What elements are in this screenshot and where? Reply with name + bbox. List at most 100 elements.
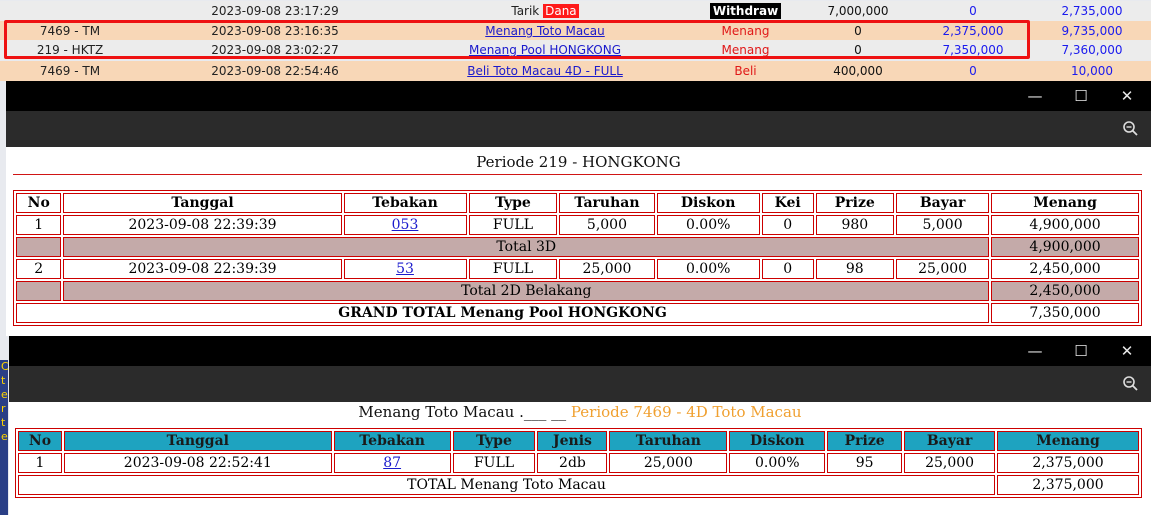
table-row: 2023-09-08 23:17:29 Tarik Dana Withdraw … <box>0 1 1151 21</box>
amount-cell: 7,000,000 <box>827 4 889 18</box>
col-header: No <box>18 431 62 451</box>
totomacau-popup-window: — ☐ ✕ Menang Toto Macau .___ __ Periode … <box>9 336 1151 515</box>
win-cell: 4,900,000 <box>991 215 1139 235</box>
amount-cell: 0 <box>969 4 977 18</box>
col-header: Bayar <box>904 431 996 451</box>
subtotal-row: Total 2D Belakang 2,450,000 <box>16 281 1139 301</box>
win-cell: 2,450,000 <box>991 259 1139 279</box>
strip-char: r <box>1 402 6 415</box>
win-cell: 2,375,000 <box>997 453 1139 473</box>
col-header: Jenis <box>537 431 608 451</box>
guess-link[interactable]: 53 <box>396 261 414 277</box>
status-cell: Beli <box>734 64 757 78</box>
col-header: Taruhan <box>559 193 655 213</box>
total-label: TOTAL Menang Toto Macau <box>18 475 996 495</box>
col-header: Type <box>468 193 558 213</box>
dana-tag: Dana <box>543 4 579 18</box>
strip-char: C <box>1 360 9 373</box>
col-header: No <box>16 193 62 213</box>
date-cell: 2023-09-08 22:39:39 <box>63 259 342 279</box>
guess-link[interactable]: 87 <box>383 455 401 471</box>
total-3d-value: 4,900,000 <box>991 237 1139 257</box>
col-header: Tanggal <box>63 431 332 451</box>
subtotal-row: Total 3D 4,900,000 <box>16 237 1139 257</box>
balance-cell: 9,735,000 <box>1061 24 1123 38</box>
type-cell: FULL <box>468 215 558 235</box>
guess-link[interactable]: 053 <box>392 217 419 233</box>
desc-cell: Tarik Dana <box>410 1 680 21</box>
no-cell: 1 <box>18 453 62 473</box>
date-cell: 2023-09-08 22:39:39 <box>63 215 342 235</box>
col-header: Menang <box>991 193 1139 213</box>
jenis-cell: 2db <box>537 453 608 473</box>
col-header: Tebakan <box>343 193 467 213</box>
window-titlebar: — ☐ ✕ <box>9 336 1151 366</box>
no-cell: 2 <box>16 259 62 279</box>
table-row: 1 2023-09-08 22:52:41 87 FULL 2db 25,000… <box>18 453 1139 473</box>
maximize-button[interactable]: ☐ <box>1058 81 1104 111</box>
heading-main: Menang Toto Macau .___ __ <box>358 403 567 421</box>
col-header: Prize <box>827 431 903 451</box>
guess-cell: 53 <box>343 259 467 279</box>
no-cell: 1 <box>16 215 62 235</box>
minimize-button[interactable]: — <box>1012 336 1058 366</box>
col-header: Tebakan <box>333 431 451 451</box>
type-cell: FULL <box>452 453 536 473</box>
kei-cell: 0 <box>761 259 814 279</box>
table-row: 1 2023-09-08 22:39:39 053 FULL 5,000 0.0… <box>16 215 1139 235</box>
status-cell: Withdraw <box>688 1 803 21</box>
period-heading: Periode 219 - HONGKONG <box>476 153 681 171</box>
kei-cell: 0 <box>761 215 814 235</box>
close-button[interactable]: ✕ <box>1104 336 1150 366</box>
date-cell: 2023-09-08 22:54:46 <box>211 64 339 78</box>
grand-total-label: GRAND TOTAL Menang Pool HONGKONG <box>16 303 990 323</box>
zoom-icon[interactable] <box>1121 119 1141 139</box>
guess-cell: 87 <box>333 453 451 473</box>
window-toolbar <box>6 111 1151 147</box>
subtotal-spacer <box>16 237 62 257</box>
withdraw-badge: Withdraw <box>709 3 782 19</box>
strip-char: t <box>1 374 6 387</box>
table-header-row: No Tanggal Tebakan Type Jenis Taruhan Di… <box>18 431 1139 451</box>
minimize-button[interactable]: — <box>1012 81 1058 111</box>
discount-cell: 0.00% <box>656 215 760 235</box>
desc-link[interactable]: Beli Toto Macau 4D - FULL <box>410 61 680 81</box>
heading-period: Periode 7469 - 4D Toto Macau <box>570 403 802 421</box>
highlight-box <box>4 20 1030 59</box>
guess-cell: 053 <box>343 215 467 235</box>
strip-char: e <box>1 430 8 443</box>
stake-cell: 25,000 <box>609 453 728 473</box>
col-header: Taruhan <box>609 431 728 451</box>
total-row: TOTAL Menang Toto Macau 2,375,000 <box>18 475 1139 495</box>
window-content: Menang Toto Macau .___ __ Periode 7469 -… <box>9 402 1151 515</box>
table-header-row: No Tanggal Tebakan Type Taruhan Diskon K… <box>16 193 1139 213</box>
stake-cell: 5,000 <box>559 215 655 235</box>
table-row: 2 2023-09-08 22:39:39 53 FULL 25,000 0.0… <box>16 259 1139 279</box>
balance-cell: 10,000 <box>1071 64 1113 78</box>
col-header: Tanggal <box>63 193 342 213</box>
window-toolbar <box>9 366 1151 402</box>
prize-cell: 95 <box>827 453 903 473</box>
maximize-button[interactable]: ☐ <box>1058 336 1104 366</box>
amount-cell: 0 <box>969 64 977 78</box>
pay-cell: 5,000 <box>896 215 990 235</box>
strip-char: e <box>1 388 8 401</box>
grand-total-value: 7,350,000 <box>991 303 1139 323</box>
period-heading: Menang Toto Macau .___ __ Periode 7469 -… <box>9 403 1151 421</box>
hongkong-popup-window: — ☐ ✕ Periode 219 - HONGKONG No Tanggal … <box>6 81 1151 336</box>
col-header: Bayar <box>896 193 990 213</box>
table-row: 7469 - TM 2023-09-08 22:54:46 Beli Toto … <box>0 61 1151 81</box>
col-header: Diskon <box>656 193 760 213</box>
type-cell: FULL <box>468 259 558 279</box>
col-header: Menang <box>997 431 1139 451</box>
strip-char: t <box>1 416 6 429</box>
date-cell: 2023-09-08 22:52:41 <box>63 453 332 473</box>
stake-cell: 25,000 <box>559 259 655 279</box>
zoom-icon[interactable] <box>1121 374 1141 394</box>
balance-cell: 2,735,000 <box>1061 4 1123 18</box>
user-cell: 7469 - TM <box>39 64 101 78</box>
discount-cell: 0.00% <box>656 259 760 279</box>
close-button[interactable]: ✕ <box>1104 81 1150 111</box>
totomacau-bet-table: No Tanggal Tebakan Type Jenis Taruhan Di… <box>15 428 1142 498</box>
prize-cell: 98 <box>815 259 895 279</box>
